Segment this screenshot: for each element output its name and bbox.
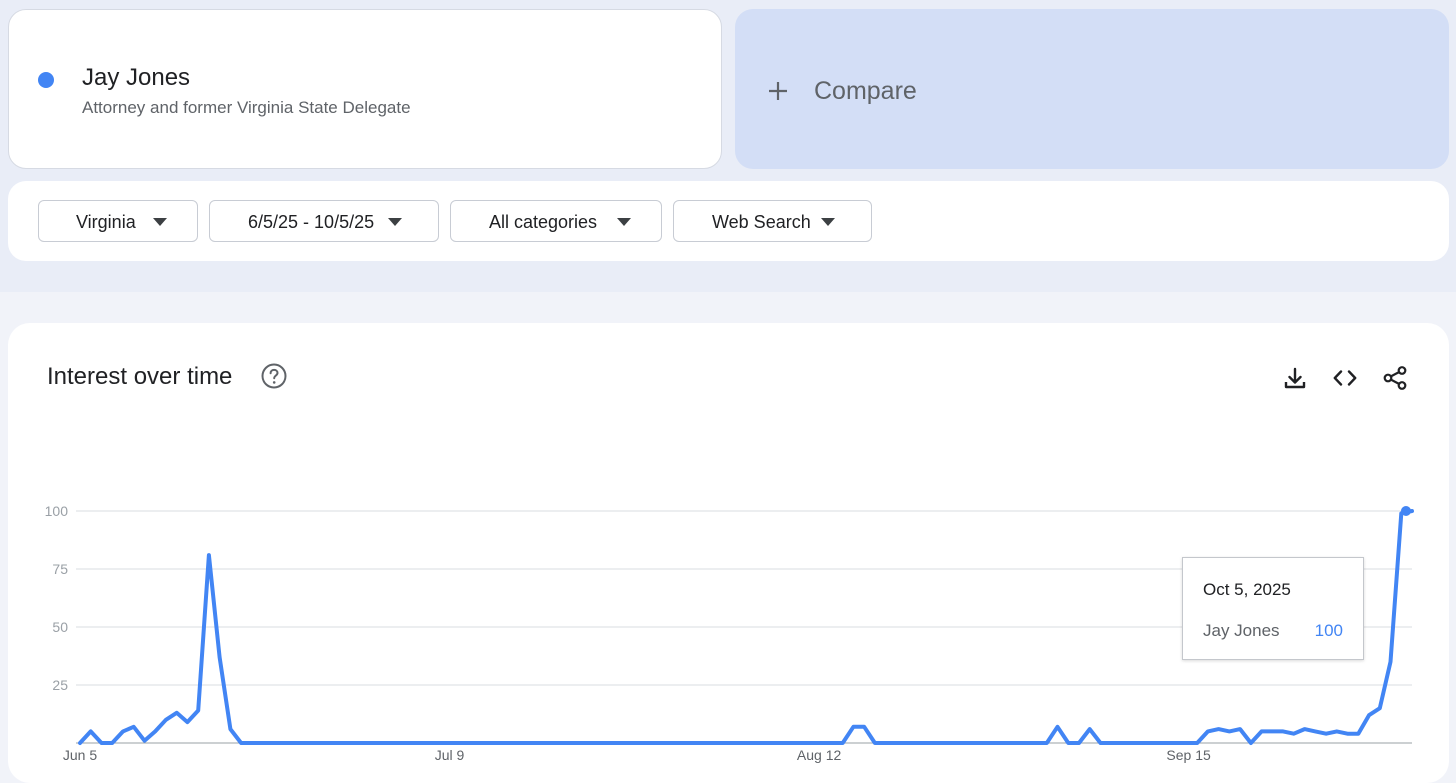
term-description: Attorney and former Virginia State Deleg… <box>82 98 411 117</box>
caret-down-icon <box>388 218 402 226</box>
filter-category-dropdown[interactable]: All categories <box>450 200 662 242</box>
tooltip-series-name: Jay Jones <box>1203 621 1280 640</box>
chart-tooltip: Oct 5, 2025 Jay Jones 100 <box>1182 557 1364 660</box>
share-icon[interactable] <box>1382 365 1408 391</box>
tooltip-value: 100 <box>1314 621 1343 640</box>
filter-category-label: All categories <box>489 212 598 232</box>
filter-region-label: Virginia <box>76 212 136 232</box>
embed-code-icon[interactable] <box>1332 365 1358 391</box>
plus-icon <box>769 82 787 100</box>
filter-date-range-label: 6/5/25 - 10/5/25 <box>248 212 375 232</box>
caret-down-icon <box>153 218 167 226</box>
filter-region-dropdown[interactable]: Virginia <box>38 200 198 242</box>
search-term-card[interactable]: Jay Jones Attorney and former Virginia S… <box>8 9 722 169</box>
tooltip-date: Oct 5, 2025 <box>1203 580 1291 599</box>
filter-search-type-label: Web Search <box>712 212 811 232</box>
interest-over-time-panel: Interest over time <box>8 323 1449 783</box>
term-name: Jay Jones <box>82 64 191 91</box>
compare-label: Compare <box>814 77 917 105</box>
caret-down-icon <box>617 218 631 226</box>
download-icon[interactable] <box>1282 365 1308 391</box>
compare-button[interactable]: Compare <box>735 9 1449 169</box>
term-color-dot <box>38 72 54 88</box>
help-icon[interactable] <box>260 362 288 390</box>
filter-date-range-dropdown[interactable]: 6/5/25 - 10/5/25 <box>209 200 439 242</box>
panel-title: Interest over time <box>47 363 233 390</box>
caret-down-icon <box>821 218 835 226</box>
filter-search-type-dropdown[interactable]: Web Search <box>673 200 872 242</box>
filter-bar: Virginia 6/5/25 - 10/5/25 All categories… <box>8 181 1449 261</box>
